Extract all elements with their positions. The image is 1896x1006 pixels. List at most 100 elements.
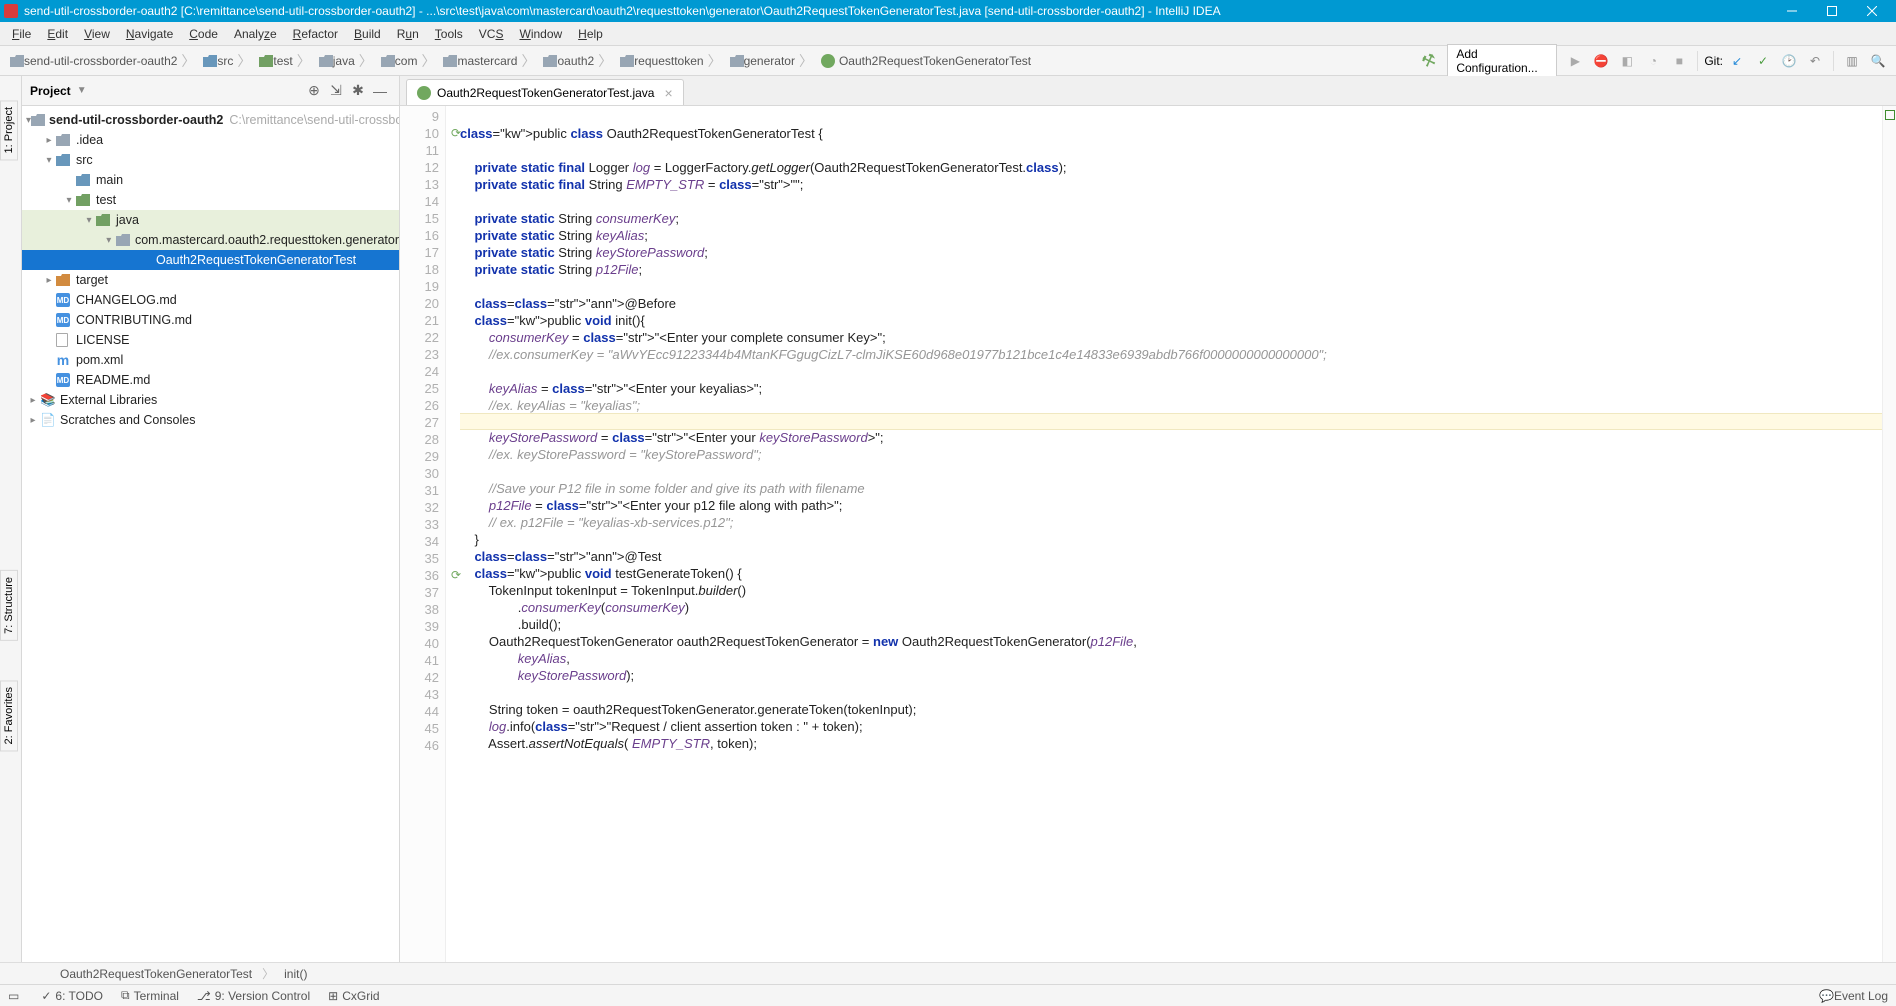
- tree-item[interactable]: ▾src: [22, 150, 399, 170]
- minimize-button[interactable]: [1772, 0, 1812, 22]
- breadcrumb-item[interactable]: mastercard〉: [439, 51, 539, 71]
- breadcrumb-item[interactable]: test〉: [255, 51, 314, 71]
- locate-icon[interactable]: ⊕: [303, 80, 325, 102]
- tree-item[interactable]: ▸.idea: [22, 130, 399, 150]
- vcs-update-icon[interactable]: ↙: [1725, 49, 1749, 73]
- folder-icon: [56, 154, 70, 166]
- folder-icon: [620, 55, 634, 67]
- tree-item[interactable]: ▾com.mastercard.oauth2.requesttoken.gene…: [22, 230, 399, 250]
- markdown-icon: MD: [56, 373, 70, 387]
- tree-item[interactable]: ▸target: [22, 270, 399, 290]
- menu-analyze[interactable]: Analyze: [226, 25, 285, 43]
- code-content[interactable]: class="kw">public class Oauth2RequestTok…: [446, 106, 1882, 962]
- tree-item[interactable]: LICENSE: [22, 330, 399, 350]
- menu-build[interactable]: Build: [346, 25, 389, 43]
- folder-icon: [319, 55, 333, 67]
- menu-tools[interactable]: Tools: [427, 25, 471, 43]
- version-control-tool[interactable]: ⎇9: Version Control: [197, 989, 310, 1003]
- tree-item[interactable]: MDCONTRIBUTING.md: [22, 310, 399, 330]
- line-gutter: 9101112131415161718192021222324252627282…: [400, 106, 446, 962]
- tab-close-icon[interactable]: ×: [664, 85, 672, 101]
- menu-window[interactable]: Window: [511, 25, 570, 43]
- tree-root[interactable]: ▾ send-util-crossborder-oauth2 C:\remitt…: [22, 110, 399, 130]
- search-everywhere-icon[interactable]: 🔍: [1866, 49, 1890, 73]
- project-panel-title[interactable]: Project: [30, 84, 71, 98]
- menu-help[interactable]: Help: [570, 25, 611, 43]
- breadcrumb-item[interactable]: requesttoken〉: [616, 51, 725, 71]
- menu-navigate[interactable]: Navigate: [118, 25, 181, 43]
- project-tree[interactable]: ▾ send-util-crossborder-oauth2 C:\remitt…: [22, 106, 399, 962]
- collapse-all-icon[interactable]: ⇲: [325, 80, 347, 102]
- tree-scratches[interactable]: ▸ 📄 Scratches and Consoles: [22, 410, 399, 430]
- project-panel: Project ▼ ⊕ ⇲ ✱ — ▾ send-util-crossborde…: [22, 76, 400, 962]
- folder-icon: [381, 55, 395, 67]
- menu-run[interactable]: Run: [389, 25, 427, 43]
- folder-icon: [730, 55, 744, 67]
- stop-icon[interactable]: ■: [1667, 49, 1691, 73]
- menu-vcs[interactable]: VCS: [471, 25, 512, 43]
- tree-item[interactable]: main: [22, 170, 399, 190]
- close-button[interactable]: [1852, 0, 1892, 22]
- add-configuration-button[interactable]: Add Configuration...: [1447, 44, 1557, 78]
- breadcrumb-item[interactable]: src〉: [199, 51, 255, 71]
- breadcrumb-item[interactable]: Oauth2RequestTokenGeneratorTest: [817, 54, 1035, 68]
- maximize-button[interactable]: [1812, 0, 1852, 22]
- tree-item[interactable]: ▾java: [22, 210, 399, 230]
- menu-refactor[interactable]: Refactor: [285, 25, 346, 43]
- coverage-icon[interactable]: ◧: [1615, 49, 1639, 73]
- cxgrid-tool[interactable]: ⊞CxGrid: [328, 989, 379, 1003]
- folder-icon: [56, 134, 70, 146]
- code-editor[interactable]: 9101112131415161718192021222324252627282…: [400, 106, 1896, 962]
- project-view-dropdown-icon[interactable]: ▼: [77, 85, 87, 96]
- event-log[interactable]: 💬Event Log: [1819, 989, 1888, 1003]
- todo-tool[interactable]: ✓6: TODO: [41, 989, 103, 1003]
- editor-breadcrumb: Oauth2RequestTokenGeneratorTest 〉 init(): [0, 962, 1896, 984]
- debug-icon[interactable]: ⛔: [1589, 49, 1613, 73]
- folder-icon: [203, 55, 217, 67]
- tree-item[interactable]: MDCHANGELOG.md: [22, 290, 399, 310]
- menu-file[interactable]: File: [4, 25, 39, 43]
- structure-tool-tab[interactable]: 7: Structure: [0, 570, 18, 641]
- settings-icon[interactable]: ✱: [347, 80, 369, 102]
- hide-icon[interactable]: —: [369, 80, 391, 102]
- breadcrumb-item[interactable]: generator〉: [726, 51, 817, 71]
- error-stripe[interactable]: [1882, 106, 1896, 962]
- ide-settings-icon[interactable]: ▥: [1840, 49, 1864, 73]
- breadcrumb-item[interactable]: send-util-crossborder-oauth2〉: [6, 51, 199, 71]
- inspection-indicator[interactable]: [1885, 110, 1895, 120]
- navigation-bar: send-util-crossborder-oauth2〉src〉test〉ja…: [0, 46, 1896, 76]
- project-tool-tab[interactable]: 1: Project: [0, 100, 18, 160]
- tree-item[interactable]: ▾test: [22, 190, 399, 210]
- favorites-tool-tab[interactable]: 2: Favorites: [0, 680, 18, 751]
- run-gutter-icon[interactable]: ⟳: [447, 567, 461, 581]
- file-icon: [56, 333, 68, 347]
- menu-code[interactable]: Code: [181, 25, 226, 43]
- breadcrumb-item[interactable]: java〉: [315, 51, 377, 71]
- folder-icon: [443, 55, 457, 67]
- folder-icon: [96, 214, 110, 226]
- profile-icon[interactable]: ◔: [1641, 49, 1665, 73]
- breadcrumb-class[interactable]: Oauth2RequestTokenGeneratorTest: [60, 967, 252, 981]
- editor-tab[interactable]: Oauth2RequestTokenGeneratorTest.java ×: [406, 79, 684, 105]
- tree-item[interactable]: MDREADME.md: [22, 370, 399, 390]
- left-tool-strip: 1: Project 7: Structure 2: Favorites: [0, 76, 22, 962]
- breadcrumb-item[interactable]: oauth2〉: [539, 51, 616, 71]
- tree-external-libraries[interactable]: ▸ 📚 External Libraries: [22, 390, 399, 410]
- run-gutter-icon[interactable]: ⟳: [447, 125, 461, 139]
- markdown-icon: MD: [56, 293, 70, 307]
- vcs-history-icon[interactable]: 🕑: [1777, 49, 1801, 73]
- vcs-commit-icon[interactable]: ✓: [1751, 49, 1775, 73]
- breadcrumb-item[interactable]: com〉: [377, 51, 440, 71]
- menu-edit[interactable]: Edit: [39, 25, 76, 43]
- class-icon: [417, 86, 431, 100]
- build-icon[interactable]: ⚒: [1414, 45, 1445, 76]
- status-expand[interactable]: ▭: [8, 989, 23, 1003]
- tree-item[interactable]: Oauth2RequestTokenGeneratorTest: [22, 250, 399, 270]
- terminal-tool[interactable]: ⧉Terminal: [121, 988, 179, 1003]
- menu-view[interactable]: View: [76, 25, 118, 43]
- tab-label: Oauth2RequestTokenGeneratorTest.java: [437, 86, 654, 100]
- breadcrumb-method[interactable]: init(): [284, 967, 307, 981]
- tree-item[interactable]: mpom.xml: [22, 350, 399, 370]
- run-icon[interactable]: ▶: [1563, 49, 1587, 73]
- vcs-revert-icon[interactable]: ↶: [1803, 49, 1827, 73]
